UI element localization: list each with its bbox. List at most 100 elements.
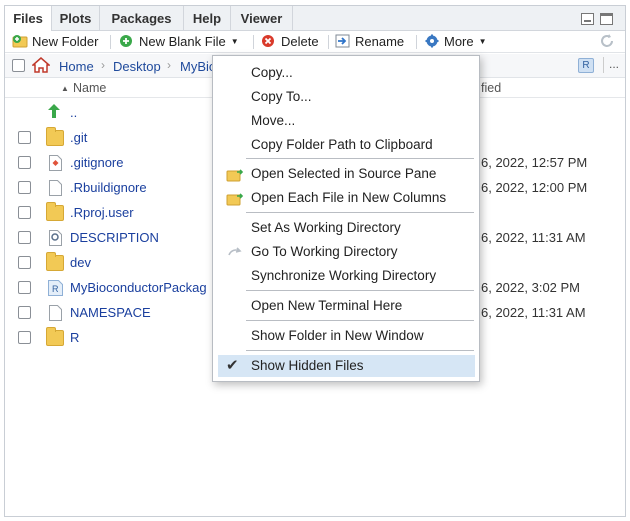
row-checkbox[interactable]: [18, 206, 31, 219]
toolbar-separator: [603, 57, 604, 73]
folder-icon: [46, 327, 64, 346]
refresh-icon[interactable]: [599, 33, 615, 51]
file-name[interactable]: NAMESPACE: [70, 305, 151, 320]
checkmark-icon: ✔: [226, 357, 239, 374]
menu-item-show-hidden-files[interactable]: ✔ Show Hidden Files: [218, 355, 475, 377]
file-name[interactable]: dev: [70, 255, 91, 270]
chevron-right-icon: ›: [101, 58, 105, 72]
rproj-icon: R: [48, 280, 66, 296]
delete-icon: [261, 34, 277, 48]
chevron-right-icon: ›: [167, 58, 171, 72]
go-to-directory-icon: [226, 245, 244, 259]
select-all-checkbox[interactable]: [12, 59, 25, 72]
menu-separator: [246, 158, 474, 159]
open-folder-icon: [226, 167, 244, 182]
menu-item-set-working-directory[interactable]: Set As Working Directory: [218, 217, 475, 239]
file-name[interactable]: DESCRIPTION: [70, 230, 159, 245]
folder-icon: [46, 202, 64, 221]
row-checkbox[interactable]: [18, 281, 31, 294]
file-name[interactable]: R: [70, 330, 79, 345]
menu-item-label: Go To Working Directory: [251, 244, 398, 259]
rename-label: Rename: [355, 34, 405, 49]
row-checkbox[interactable]: [18, 306, 31, 319]
breadcrumb-project[interactable]: MyBio: [180, 59, 216, 74]
tab-plots[interactable]: Plots: [52, 6, 100, 31]
files-toolbar: New Folder New Blank File ▼ Delete Rename…: [5, 31, 625, 53]
menu-item-copy-folder-path[interactable]: Copy Folder Path to Clipboard: [218, 134, 475, 156]
file-modified: 6, 2022, 11:31 AM: [481, 305, 586, 320]
open-folder-icon: [226, 191, 244, 206]
new-blank-file-label: New Blank File: [139, 34, 226, 49]
rproj-icon[interactable]: R: [578, 58, 594, 73]
row-checkbox[interactable]: [18, 231, 31, 244]
tab-files[interactable]: Files: [5, 6, 52, 32]
maximize-pane-icon[interactable]: [600, 13, 613, 25]
chevron-down-icon: ▼: [230, 37, 239, 46]
menu-separator: [246, 212, 474, 213]
add-file-icon: [119, 34, 135, 48]
file-name[interactable]: .Rbuildignore: [70, 180, 147, 195]
parent-directory-link[interactable]: ..: [70, 105, 77, 120]
file-name[interactable]: .gitignore: [70, 155, 123, 170]
folder-icon: [46, 252, 64, 271]
rename-button[interactable]: Rename: [335, 33, 404, 51]
tab-packages[interactable]: Packages: [100, 6, 184, 31]
breadcrumb-home[interactable]: Home: [59, 59, 94, 74]
menu-separator: [246, 290, 474, 291]
file-modified: 6, 2022, 3:02 PM: [481, 280, 581, 295]
menu-item-copy[interactable]: Copy...: [218, 62, 475, 84]
file-modified: 6, 2022, 11:31 AM: [481, 230, 586, 245]
toolbar-separator: [416, 35, 417, 49]
minimize-pane-icon[interactable]: [581, 13, 594, 25]
toolbar-separator: [253, 35, 254, 49]
toolbar-separator: [328, 35, 329, 49]
menu-item-move[interactable]: Move...: [218, 110, 475, 132]
column-name-header[interactable]: Name: [73, 81, 106, 95]
tab-help[interactable]: Help: [184, 6, 231, 31]
more-options-icon[interactable]: ...: [609, 57, 619, 71]
sort-ascending-icon: ▲: [61, 84, 69, 93]
home-icon[interactable]: [31, 57, 51, 76]
gear-icon: [424, 34, 440, 48]
menu-item-copy-to[interactable]: Copy To...: [218, 86, 475, 108]
file-name[interactable]: .Rproj.user: [70, 205, 134, 220]
menu-item-synchronize-working-directory[interactable]: Synchronize Working Directory: [218, 265, 475, 287]
row-checkbox[interactable]: [18, 156, 31, 169]
menu-item-open-in-source-pane[interactable]: Open Selected in Source Pane: [218, 163, 475, 185]
menu-item-open-new-terminal[interactable]: Open New Terminal Here: [218, 295, 475, 317]
description-file-icon: [49, 230, 67, 246]
more-label: More: [444, 34, 474, 49]
menu-item-label: Open Each File in New Columns: [251, 190, 447, 205]
column-modified-header[interactable]: fied: [481, 81, 501, 95]
file-modified: 6, 2022, 12:00 PM: [481, 180, 588, 195]
tab-viewer[interactable]: Viewer: [231, 6, 293, 31]
delete-button[interactable]: Delete: [261, 33, 319, 51]
row-checkbox[interactable]: [18, 256, 31, 269]
toolbar-separator: [110, 35, 111, 49]
new-folder-button[interactable]: New Folder: [12, 33, 98, 51]
file-name[interactable]: MyBioconductorPackag: [70, 280, 207, 295]
menu-item-go-to-working-directory[interactable]: Go To Working Directory: [218, 241, 475, 263]
folder-icon: [46, 127, 64, 146]
document-icon: [49, 180, 67, 196]
file-name[interactable]: .git: [70, 130, 87, 145]
git-file-icon: [49, 155, 67, 171]
file-modified: 6, 2022, 12:57 PM: [481, 155, 588, 170]
delete-label: Delete: [281, 34, 319, 49]
menu-item-open-in-new-columns[interactable]: Open Each File in New Columns: [218, 187, 475, 209]
row-checkbox[interactable]: [18, 331, 31, 344]
more-button[interactable]: More ▼: [424, 33, 487, 51]
document-icon: [49, 305, 67, 321]
up-arrow-icon: [47, 103, 61, 122]
row-checkbox[interactable]: [18, 131, 31, 144]
row-checkbox[interactable]: [18, 181, 31, 194]
new-folder-icon: [12, 34, 28, 48]
menu-separator: [246, 350, 474, 351]
svg-text:R: R: [52, 284, 59, 294]
rename-icon: [335, 34, 351, 48]
breadcrumb-desktop[interactable]: Desktop: [113, 59, 161, 74]
menu-item-label: Show Hidden Files: [251, 358, 364, 373]
menu-item-show-folder-in-new-window[interactable]: Show Folder in New Window: [218, 325, 475, 347]
tab-bar: Files Plots Packages Help Viewer: [5, 6, 625, 32]
new-blank-file-button[interactable]: New Blank File ▼: [119, 33, 239, 51]
